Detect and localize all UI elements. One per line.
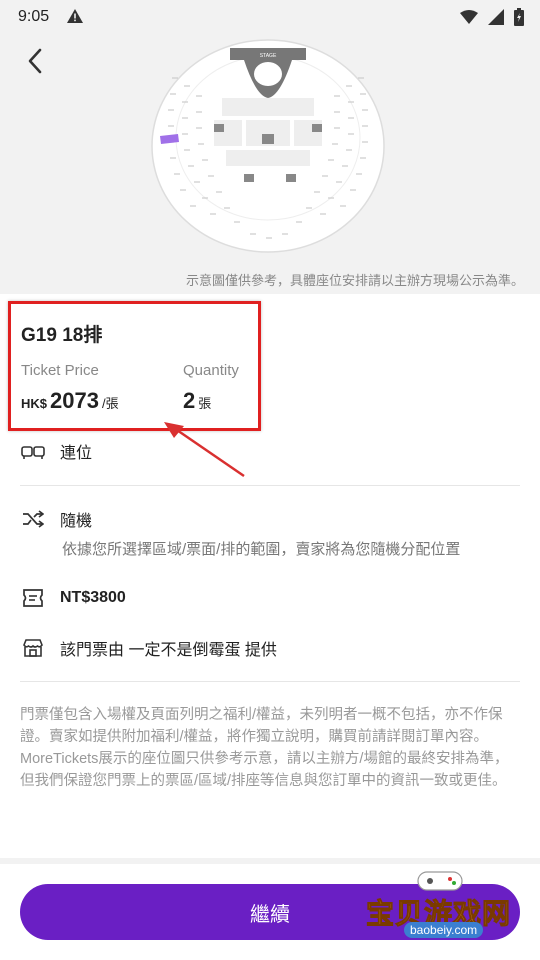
price-amount: 2073 xyxy=(50,388,99,413)
quantity-amount: 2 xyxy=(183,388,196,413)
random-seat-row: 隨機 xyxy=(20,507,92,531)
quantity-label: Quantity xyxy=(183,362,239,379)
ntd-price: NT$3800 xyxy=(60,589,126,606)
adjacent-seats-row: 連位 xyxy=(20,439,92,463)
back-arrow-icon xyxy=(28,48,42,74)
seller-row: 該門票由 一定不是倒霉蛋 提供 xyxy=(20,636,277,660)
quantity-unit: 張 xyxy=(198,396,212,411)
map-disclaimer: 示意圖僅供參考，具體座位安排請以主辦方現場公示為準。 xyxy=(185,273,524,288)
status-bar: 9:05 xyxy=(0,0,540,34)
ntd-price-row: NT$3800 xyxy=(20,587,126,609)
terms-text: 門票僅包含入場權及頁面列明之福利/權益，未列明者一概不包括，亦不作保證。賣家如提… xyxy=(20,704,520,792)
currency: HK$ xyxy=(21,396,48,411)
signal-icon xyxy=(488,9,504,30)
bottom-bar: 繼續 xyxy=(0,858,540,960)
price-label: Ticket Price xyxy=(21,362,99,379)
adjacent-seats-label: 連位 xyxy=(60,445,93,462)
ticket-summary-card: G19 18排 Ticket Price Quantity HK$ 2073 /… xyxy=(8,301,261,431)
random-seat-desc: 依據您所選擇區域/票面/排的範圍，賣家將為您隨機分配位置 xyxy=(62,541,461,558)
store-icon xyxy=(20,637,46,659)
price-unit: /張 xyxy=(101,396,119,411)
back-button[interactable] xyxy=(20,46,50,76)
terms-paragraph-1: 門票僅包含入場權及頁面列明之福利/權益，未列明者一概不包括，亦不作保證。賣家如提… xyxy=(20,707,503,745)
divider xyxy=(20,485,520,486)
continue-button[interactable]: 繼續 xyxy=(20,884,520,940)
stage-label: STAGE xyxy=(260,53,277,59)
divider xyxy=(20,681,520,682)
status-time: 9:05 xyxy=(18,8,50,25)
wifi-icon xyxy=(460,10,478,29)
battery-icon xyxy=(514,8,524,31)
price-value: HK$ 2073 /張 xyxy=(21,388,119,414)
seat-map-area: STAGE 示意圖僅供參考，具體座位安排請以主辦方現場公示為準。 xyxy=(0,34,540,294)
seller-info: 該門票由 一定不是倒霉蛋 提供 xyxy=(60,642,277,659)
quantity-value: 2 張 xyxy=(183,388,211,414)
seat-title: G19 18排 xyxy=(21,325,103,346)
seat-map[interactable]: STAGE xyxy=(150,38,386,258)
sofa-icon xyxy=(20,440,46,462)
shuffle-icon xyxy=(20,508,46,530)
ticket-icon xyxy=(20,587,46,609)
annotation-arrow xyxy=(164,422,245,478)
warning-icon xyxy=(66,8,84,29)
terms-paragraph-2: MoreTickets展示的座位圖只供參考示意，請以主辦方/場館的最終安排為準，… xyxy=(20,751,509,789)
random-seat-title: 隨機 xyxy=(60,513,93,530)
